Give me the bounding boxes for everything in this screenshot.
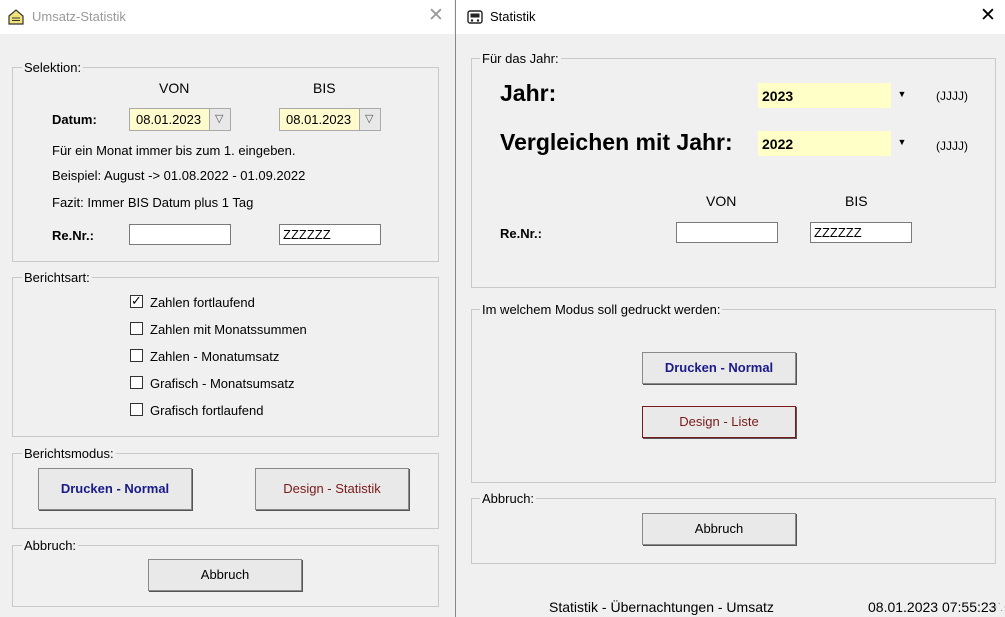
abort-button[interactable]: Abbruch — [148, 559, 302, 591]
dropdown-arrow-icon[interactable]: ▼ — [892, 137, 912, 147]
app-icon — [467, 10, 483, 24]
renr-bis-input[interactable]: ZZZZZZ — [279, 224, 381, 245]
checkbox-zahlen-fortlaufend[interactable]: ✓ — [130, 293, 143, 308]
compare-format-hint: (JJJJ) — [936, 139, 968, 153]
design-liste-button[interactable]: Design - Liste — [642, 406, 796, 438]
resize-grip-icon[interactable]: ⋰⋰ — [991, 602, 1005, 613]
von-date-combo[interactable]: 08.01.2023 ▽ — [129, 108, 231, 131]
datum-label: Datum: — [52, 112, 97, 127]
renr-von-input[interactable] — [129, 224, 231, 245]
abort-legend: Abbruch: — [480, 491, 537, 506]
year-value: 2023 — [762, 88, 794, 104]
year-combo[interactable]: 2023 ▼ — [758, 83, 906, 108]
close-icon[interactable]: ✕ — [978, 5, 998, 27]
design-statistik-button[interactable]: Design - Statistik — [255, 468, 409, 510]
window-title: Umsatz-Statistik — [32, 9, 126, 24]
von-header: VON — [706, 193, 737, 209]
renr-von-input[interactable] — [676, 222, 778, 243]
von-date-value: 08.01.2023 — [136, 112, 202, 127]
close-icon[interactable]: ✕ — [426, 5, 446, 27]
abort-button[interactable]: Abbruch — [642, 513, 796, 545]
statistik-window: Statistik ✕ Für das Jahr: Jahr: 2023 ▼ (… — [455, 0, 1005, 617]
status-datetime: 08.01.2023 07:55:23 — [868, 599, 997, 615]
year-label: Jahr: — [500, 80, 557, 106]
von-header: VON — [159, 80, 190, 96]
compare-year-label: Vergleichen mit Jahr: — [500, 129, 733, 155]
checkbox-label[interactable]: Grafisch fortlaufend — [150, 403, 263, 418]
compare-year-combo[interactable]: 2022 ▼ — [758, 131, 906, 156]
renr-bis-input[interactable]: ZZZZZZ — [810, 222, 912, 243]
checkbox-zahlen-monatumsatz[interactable] — [130, 349, 143, 362]
app-icon — [8, 9, 24, 25]
year-group-legend: Für das Jahr: — [480, 51, 561, 66]
abort-legend: Abbruch: — [22, 538, 79, 553]
checkbox-grafisch-monatsumsatz[interactable] — [130, 376, 143, 389]
report-type-legend: Berichtsart: — [22, 270, 92, 285]
renr-label: Re.Nr.: — [52, 228, 94, 243]
title-bar[interactable]: Statistik ✕ — [456, 0, 1005, 34]
print-normal-button[interactable]: Drucken - Normal — [642, 352, 796, 384]
checkbox-label[interactable]: Zahlen - Monatumsatz — [150, 349, 279, 364]
bis-date-combo[interactable]: 08.01.2023 ▽ — [279, 108, 381, 131]
chevron-down-icon[interactable]: ▽ — [209, 109, 230, 130]
hint-line-1: Für ein Monat immer bis zum 1. eingeben. — [52, 143, 296, 158]
window-title: Statistik — [490, 9, 536, 24]
bis-header: BIS — [313, 80, 336, 96]
compare-year-value: 2022 — [762, 136, 794, 152]
print-mode-group — [471, 309, 996, 483]
checkbox-zahlen-monatssummen[interactable] — [130, 322, 143, 335]
report-mode-legend: Berichtsmodus: — [22, 446, 116, 461]
bis-header: BIS — [845, 193, 868, 209]
checkbox-label[interactable]: Zahlen mit Monatssummen — [150, 322, 307, 337]
dropdown-arrow-icon[interactable]: ▼ — [892, 89, 912, 99]
print-mode-legend: Im welchem Modus soll gedruckt werden: — [480, 302, 723, 317]
hint-line-2: Beispiel: August -> 01.08.2022 - 01.09.2… — [52, 168, 306, 183]
checkbox-grafisch-fortlaufend[interactable] — [130, 403, 143, 416]
chevron-down-icon[interactable]: ▽ — [359, 109, 380, 130]
checkbox-label[interactable]: Zahlen fortlaufend — [150, 295, 255, 310]
title-bar[interactable]: Umsatz-Statistik ✕ — [0, 0, 454, 34]
print-normal-button[interactable]: Drucken - Normal — [38, 468, 192, 510]
hint-line-3: Fazit: Immer BIS Datum plus 1 Tag — [52, 195, 254, 210]
year-format-hint: (JJJJ) — [936, 89, 968, 103]
checkmark-icon: ✓ — [131, 293, 142, 308]
selection-legend: Selektion: — [22, 60, 84, 75]
checkbox-label[interactable]: Grafisch - Monatsumsatz — [150, 376, 295, 391]
bis-date-value: 08.01.2023 — [286, 112, 352, 127]
umsatz-statistik-window: Umsatz-Statistik ✕ Selektion: VON BIS Da… — [0, 0, 454, 617]
renr-label: Re.Nr.: — [500, 226, 542, 241]
status-text: Statistik - Übernachtungen - Umsatz — [549, 599, 774, 615]
